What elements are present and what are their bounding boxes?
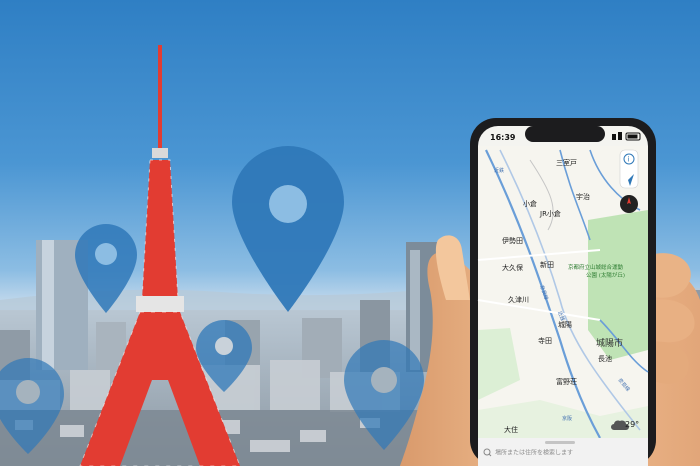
search-bar[interactable]: 場所または住所を検索します (478, 438, 648, 466)
route-label: 近鉄 (494, 167, 504, 174)
map-label: 宇治 (576, 192, 590, 201)
map-label-park: 公園 (太陽が丘) (586, 271, 625, 279)
compass-button[interactable] (620, 195, 638, 213)
map-label: 三室戸 (556, 158, 577, 167)
map-label: 長池 (598, 354, 612, 363)
map-label: 大久保 (502, 263, 523, 272)
map-label-city: 城陽市 (596, 337, 623, 349)
map-label: 新田 (540, 260, 554, 269)
scene-illustration: 16:39 i 三室戸 宇治 小倉 JR小倉 伊勢田 大久保 新田 久津川 寺田… (0, 45, 700, 466)
map-label-park: 京都府立山城総合運動 (568, 263, 624, 271)
map-label: 大住 (504, 425, 518, 434)
map-label: 寺田 (538, 337, 552, 345)
map-label: 伊勢田 (502, 236, 523, 245)
map-label: 小倉 (523, 199, 537, 208)
map-label: 富野荘 (556, 377, 577, 386)
large-pin-icon (232, 146, 344, 312)
map-label: 久津川 (508, 295, 529, 304)
map-label: JR小倉 (539, 209, 561, 218)
weather-temp: 29° (625, 420, 639, 429)
tokyo-skyline-photo: 16:39 i 三室戸 宇治 小倉 JR小倉 伊勢田 大久保 新田 久津川 寺田… (0, 0, 700, 466)
status-time: 16:39 (490, 133, 516, 142)
svg-text:i: i (628, 156, 630, 164)
route-label: 京阪 (562, 415, 572, 422)
search-input[interactable]: 場所または住所を検索します (495, 449, 573, 457)
